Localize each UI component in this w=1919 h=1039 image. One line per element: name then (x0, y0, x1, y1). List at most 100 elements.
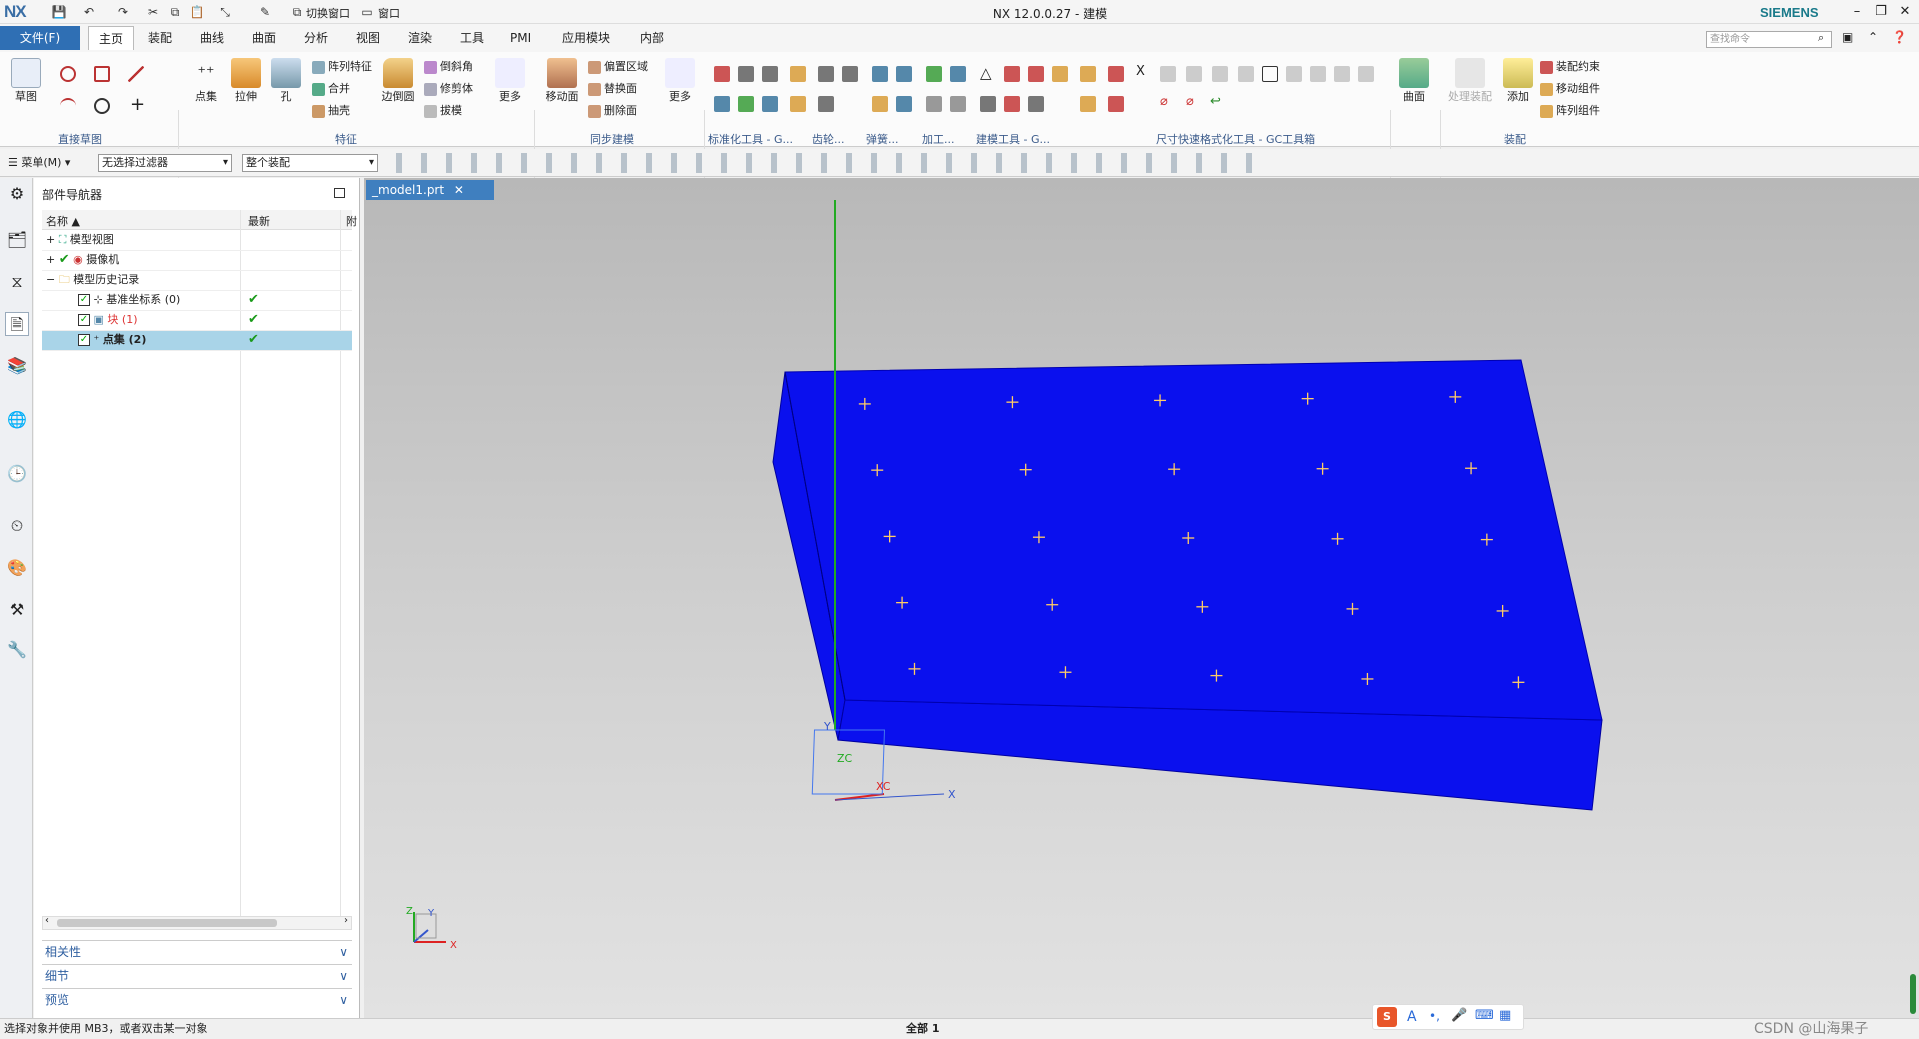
modeling-tool-icon-5[interactable] (1004, 96, 1020, 112)
file-menu-button[interactable]: 文件(F) (0, 26, 80, 50)
selection-scope-dropdown[interactable]: 整个装配 (242, 154, 378, 172)
roles-icon[interactable]: ⚒ (5, 598, 29, 622)
spring-icon[interactable] (872, 66, 888, 82)
microphone-icon[interactable]: 🎤 (1451, 1008, 1467, 1023)
navigator-hscrollbar[interactable]: ‹ › (42, 915, 352, 930)
tree-row-cameras[interactable]: + ✔ ◉ 摄像机 (42, 250, 352, 270)
cut-icon[interactable]: ✂ (144, 3, 162, 21)
collapse-ribbon-icon[interactable]: ⌃ (1868, 30, 1878, 44)
rectangle-icon[interactable] (94, 66, 110, 82)
std-tool-icon-3[interactable] (762, 66, 778, 82)
offset-region-button[interactable]: 偏置区域 (588, 58, 648, 76)
modeling-tool-icon-7[interactable] (1080, 66, 1096, 82)
tree-row-model-views[interactable]: + ⛶ 模型视图 (42, 230, 352, 250)
dim-tool-icon-7[interactable] (1310, 66, 1326, 82)
window-icon[interactable]: ▭ (358, 3, 376, 21)
details-panel[interactable]: 细节 ∨ (42, 964, 352, 986)
expand-icon[interactable]: + (46, 233, 55, 246)
scrollbar-thumb[interactable] (57, 919, 277, 927)
diameter-icon-2[interactable]: ⌀ (1186, 94, 1194, 109)
point-set-button[interactable]: ⁺⁺ 点集 (186, 58, 226, 104)
modeling-tool-icon-2[interactable] (1028, 66, 1044, 82)
visibility-checkbox[interactable]: ✓ (78, 314, 90, 326)
window-menu-button[interactable]: 窗口 (378, 5, 400, 21)
gear-tool-icon-2[interactable] (790, 96, 806, 112)
punctuation-icon[interactable]: •, (1429, 1009, 1440, 1023)
column-latest[interactable]: 最新 (248, 213, 270, 229)
std-tool-icon-6[interactable] (762, 96, 778, 112)
switch-window-button[interactable]: 切换窗口 (306, 5, 350, 21)
unite-button[interactable]: 合并 (312, 80, 350, 98)
array-component-button[interactable]: 阵列组件 (1540, 102, 1600, 120)
repeat-command-icon[interactable]: ⤡ (216, 3, 234, 21)
helical-gear-icon[interactable] (818, 96, 834, 112)
profile-icon[interactable] (60, 66, 76, 82)
tree-row-block[interactable]: ✓ ▣ 块 (1) ✔ (42, 310, 352, 330)
arrow-icon[interactable]: ↩ (1210, 94, 1221, 109)
undo-icon[interactable]: ↶ (80, 3, 98, 21)
add-component-button[interactable]: 添加 (1498, 58, 1538, 104)
dim-tool-icon-6[interactable] (1286, 66, 1302, 82)
tree-row-datum-csys[interactable]: ✓ ⊹ 基准坐标系 (0) ✔ (42, 290, 352, 310)
help-icon[interactable]: ❓ (1892, 30, 1907, 44)
line-icon[interactable] (128, 66, 144, 82)
keyboard-icon[interactable]: ⌨ (1475, 1008, 1494, 1023)
ribbon-options-icon[interactable]: ▣ (1842, 30, 1853, 44)
std-tool-icon-5[interactable] (738, 96, 754, 112)
column-extra[interactable]: 附 (346, 213, 357, 229)
gear-icon[interactable] (818, 66, 834, 82)
machining-icon-4[interactable] (950, 96, 966, 112)
visibility-checkbox[interactable]: ✓ (78, 294, 90, 306)
dim-tool-icon-10[interactable] (1108, 96, 1124, 112)
menu-button[interactable]: ☰ 菜单(M) ▾ (8, 154, 70, 170)
tab-internal[interactable]: 内部 (630, 26, 674, 50)
scroll-left-icon[interactable]: ‹ (45, 915, 49, 926)
tab-analysis[interactable]: 分析 (294, 26, 338, 50)
spur-gear-icon[interactable] (842, 66, 858, 82)
restore-icon[interactable]: ❐ (1870, 2, 1892, 22)
model-viewport[interactable]: XC ZC X Y X Z Y (364, 200, 1919, 1018)
circle-icon[interactable] (94, 98, 110, 114)
surface-button[interactable]: 曲面 (1394, 58, 1434, 104)
tab-surface[interactable]: 曲面 (242, 26, 286, 50)
tab-application[interactable]: 应用模块 (552, 26, 620, 50)
sogou-logo-icon[interactable]: S (1377, 1007, 1397, 1027)
machining-icon-2[interactable] (950, 66, 966, 82)
diameter-icon[interactable]: ⌀ (1160, 94, 1168, 109)
search-icon[interactable]: ⌕ (1818, 31, 1824, 45)
dependencies-panel[interactable]: 相关性 ∨ (42, 940, 352, 962)
dim-tool-icon-9[interactable] (1358, 66, 1374, 82)
modeling-tool-icon-8[interactable] (1080, 96, 1096, 112)
tree-row-point-set[interactable]: ✓ ⁺ 点集 (2) ✔ (42, 330, 352, 350)
move-component-button[interactable]: 移动组件 (1540, 80, 1600, 98)
collapse-icon[interactable]: − (46, 273, 55, 286)
switch-window-icon[interactable]: ⧉ (288, 3, 306, 21)
close-icon[interactable]: ✕ (1894, 2, 1916, 22)
history-icon[interactable]: 🕒 (5, 462, 29, 486)
settings-icon[interactable]: ⚙ (5, 182, 29, 206)
hole-button[interactable]: 孔 (266, 58, 306, 104)
shell-button[interactable]: 抽壳 (312, 102, 350, 120)
type-filter-dropdown[interactable]: 无选择过滤器 (98, 154, 232, 172)
more-sync-button[interactable]: 更多 (660, 58, 700, 104)
point-icon[interactable]: + (130, 94, 145, 115)
std-tool-icon-2[interactable] (738, 66, 754, 82)
tab-render[interactable]: 渲染 (398, 26, 442, 50)
triangle-icon[interactable]: △ (980, 64, 992, 82)
gear-tool-icon[interactable] (790, 66, 806, 82)
command-search-input[interactable]: 查找命令 (1706, 31, 1832, 48)
tree-row-model-history[interactable]: − 🗀 模型历史记录 (42, 270, 352, 290)
dim-tool-icon-8[interactable] (1334, 66, 1350, 82)
dim-tool-icon-2[interactable] (1160, 66, 1176, 82)
tab-curve[interactable]: 曲线 (190, 26, 234, 50)
std-tool-icon-4[interactable] (714, 96, 730, 112)
arc-icon[interactable] (60, 98, 76, 114)
dim-tool-box-icon[interactable] (1262, 66, 1278, 82)
maximize-navigator-icon[interactable] (334, 188, 345, 198)
extrude-button[interactable]: 拉伸 (226, 58, 266, 104)
tab-pmi[interactable]: PMI (500, 26, 541, 50)
palette-icon[interactable]: 🎨 (5, 556, 29, 580)
column-name[interactable]: 名称 ▲ (46, 213, 80, 229)
spring-icon-2[interactable] (896, 66, 912, 82)
system-scene-icon[interactable]: 🔧 (5, 638, 29, 662)
